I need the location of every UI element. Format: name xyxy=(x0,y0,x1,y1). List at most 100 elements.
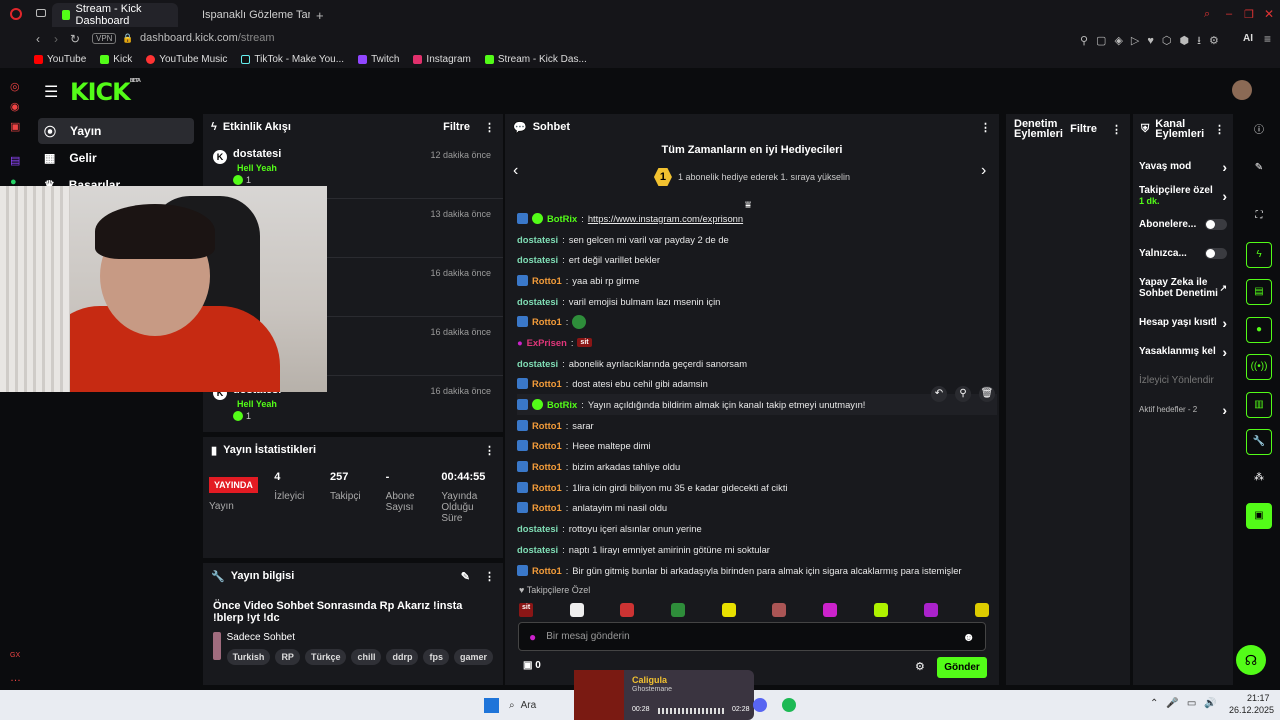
chat-username[interactable]: dostatesi xyxy=(517,358,558,369)
clock-date[interactable]: 26.12.2025 xyxy=(1229,705,1274,715)
send-button[interactable]: Gönder xyxy=(937,657,987,678)
bookmark-twitch[interactable]: Twitch xyxy=(358,54,399,65)
screenshot-icon[interactable]: ⛶ xyxy=(1246,204,1272,230)
chat-message[interactable]: ● ExPrisen: sit xyxy=(517,332,997,353)
toggle-switch[interactable] xyxy=(1205,219,1227,230)
reload-icon[interactable]: ↻ xyxy=(70,32,80,46)
tag[interactable]: Turkish xyxy=(226,649,271,665)
messenger-icon[interactable]: ◉ xyxy=(10,100,20,113)
info-icon[interactable]: ⓘ xyxy=(1246,119,1272,145)
more-options-icon[interactable]: ⋮ xyxy=(484,444,495,457)
chat-username[interactable]: dostatesi xyxy=(517,296,558,307)
chat-username[interactable]: Rotto1 xyxy=(532,275,562,286)
chat-username[interactable]: dostatesi xyxy=(517,254,558,265)
chat-username[interactable]: Rotto1 xyxy=(532,482,562,493)
chat-message[interactable]: Rotto1: sarar xyxy=(517,415,997,436)
tab-gozleme-recipe[interactable]: Ispanaklı Gözleme Tarifi: P xyxy=(186,3,310,27)
media-widget[interactable]: Caligula Ghostemane 00:28 02:28 xyxy=(574,670,754,720)
maximize-icon[interactable]: ❐ xyxy=(1244,8,1254,21)
music-icon[interactable]: ▣ xyxy=(10,120,20,133)
channel-action-item[interactable]: Aktif hedefler - 2 › xyxy=(1133,395,1233,424)
nav-item-revenue[interactable]: ▦ Gelir xyxy=(38,145,194,171)
discord-icon[interactable] xyxy=(753,698,767,712)
layout-tool-icon[interactable]: ▥ xyxy=(1246,392,1272,418)
bookmark-youtube[interactable]: YouTube xyxy=(34,54,86,65)
support-chat-icon[interactable]: ☊ xyxy=(1236,645,1266,675)
chat-username[interactable]: Rotto1 xyxy=(532,420,562,431)
bookmark-kick[interactable]: Kick xyxy=(100,54,132,65)
search-icon[interactable]: ⌕ xyxy=(1204,8,1210,21)
chat-message[interactable]: Rotto1: bizim arkadas tahliye oldu xyxy=(517,456,997,477)
chat-username[interactable]: Rotto1 xyxy=(532,502,562,513)
reply-icon[interactable]: ↶ xyxy=(931,386,947,402)
bookmark-tiktok[interactable]: TikTok - Make You... xyxy=(241,54,344,65)
nav-item-stream[interactable]: ⦿ Yayın xyxy=(38,118,194,144)
emote-face[interactable] xyxy=(772,603,787,617)
emote-pink[interactable] xyxy=(823,603,838,617)
more-options-icon[interactable]: ⋮ xyxy=(484,121,495,134)
channel-points[interactable]: ▣ 0 xyxy=(523,660,541,671)
chat-message[interactable]: Rotto1: yaa abi rp girme xyxy=(517,270,997,291)
emote-sit[interactable]: sit xyxy=(519,603,534,617)
chat-tool-icon[interactable]: ● xyxy=(1246,317,1272,343)
ai-button[interactable]: AI xyxy=(1243,33,1253,44)
emoji-icon[interactable]: ☻ xyxy=(962,630,975,644)
filter-button[interactable]: Filtre xyxy=(1070,123,1097,135)
chat-username[interactable]: ExPrisen xyxy=(527,337,567,348)
chat-message[interactable]: dostatesi: abonelik ayrılacıklarında geçe… xyxy=(517,353,997,374)
emote-pepe[interactable] xyxy=(671,603,686,617)
broadcast-tool-icon[interactable]: ((•)) xyxy=(1246,354,1272,380)
tag[interactable]: ddrp xyxy=(386,649,419,665)
filter-button[interactable]: Filtre xyxy=(443,121,470,133)
chat-message[interactable]: dostatesi: rottoyu içeri alsınlar onun ye… xyxy=(517,518,997,539)
chevron-right-icon[interactable]: › xyxy=(981,162,986,180)
edit-icon[interactable]: ✎ xyxy=(461,570,470,583)
chat-username[interactable]: dostatesi xyxy=(517,523,558,534)
chat-username[interactable]: Rotto1 xyxy=(532,565,562,576)
tag[interactable]: Türkçe xyxy=(304,649,347,665)
category-name[interactable]: Sadece Sohbet xyxy=(227,632,493,643)
hamburger-menu-icon[interactable]: ☰ xyxy=(44,82,58,102)
emote-red[interactable] xyxy=(620,603,635,617)
emote-ghost[interactable] xyxy=(569,603,584,617)
new-tab-button[interactable]: + xyxy=(316,8,324,23)
chat-username[interactable]: Rotto1 xyxy=(532,461,562,472)
tag[interactable]: gamer xyxy=(453,649,493,665)
menu-icon[interactable]: ≡ xyxy=(1264,32,1271,46)
emote-bow[interactable] xyxy=(924,603,939,617)
channel-action-item[interactable]: Yasaklanmış kel › xyxy=(1133,337,1233,366)
vpn-badge[interactable]: VPN xyxy=(92,33,117,44)
bookmark-instagram[interactable]: Instagram xyxy=(413,54,471,65)
bookmark-kick-stream[interactable]: Stream - Kick Das... xyxy=(484,54,587,65)
emote-bars[interactable] xyxy=(873,603,888,617)
pin-icon[interactable]: ⚲ xyxy=(955,386,971,402)
channel-action-item[interactable]: Yapay Zeka ile Sohbet Denetimi ↗ xyxy=(1133,268,1233,308)
emote-yellow[interactable] xyxy=(721,603,736,617)
chat-message[interactable]: BotRix: Yayın açıldığında bildirim almak … xyxy=(517,394,997,415)
chat-message[interactable]: Rotto1: Heee maltepe dimi xyxy=(517,436,997,457)
windows-start-icon[interactable] xyxy=(484,698,499,713)
more-options-icon[interactable]: ⋮ xyxy=(484,570,495,583)
wrench-tool-icon[interactable]: 🔧 xyxy=(1246,429,1272,455)
more-options-icon[interactable]: ⋮ xyxy=(980,121,991,134)
url-field[interactable]: dashboard.kick.com/stream xyxy=(140,32,275,44)
more-options-icon[interactable]: ⋮ xyxy=(1111,123,1122,136)
channel-action-item[interactable]: Hesap yaşı kısıtl › xyxy=(1133,308,1233,337)
lightning-tool-icon[interactable]: ϟ xyxy=(1246,242,1272,268)
channel-action-item[interactable]: İzleyici Yönlendir xyxy=(1133,366,1233,395)
tag[interactable]: RP xyxy=(275,649,300,665)
twitch-side-icon[interactable]: ▤ xyxy=(10,154,20,167)
kick-logo[interactable]: KICKBETA xyxy=(70,78,141,106)
settings-gear-icon[interactable]: ⚙ xyxy=(915,660,925,673)
aria-icon[interactable]: ◎ xyxy=(10,80,20,93)
chat-username[interactable]: Rotto1 xyxy=(532,378,562,389)
share-tool-icon[interactable]: ⁂ xyxy=(1246,466,1272,492)
clock-time[interactable]: 21:17 xyxy=(1247,693,1270,703)
chat-message[interactable]: dostatesi: sen gelcen mi varil var payday… xyxy=(517,229,997,250)
edit-icon[interactable]: ✎ xyxy=(1246,156,1272,182)
taskbar-search[interactable]: ⌕ Ara xyxy=(509,695,569,715)
chat-username[interactable]: Rotto1 xyxy=(532,440,562,451)
app-tool-icon[interactable]: ▣ xyxy=(1246,503,1272,529)
tag[interactable]: fps xyxy=(423,649,449,665)
chat-username[interactable]: dostatesi xyxy=(517,544,558,555)
